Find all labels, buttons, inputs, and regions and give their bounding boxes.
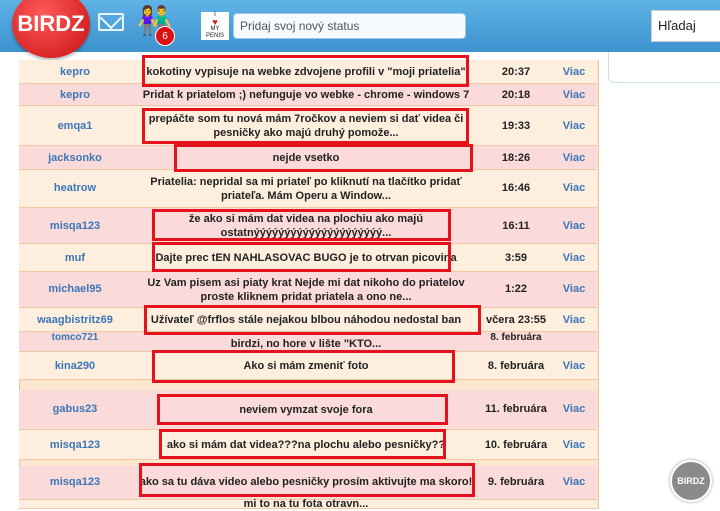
more-link[interactable]: Viac — [551, 252, 597, 264]
highlight-box — [152, 350, 455, 383]
my-penis-logo[interactable]: I ♥ MY PENIS — [201, 12, 229, 40]
more-link[interactable]: Viac — [551, 476, 597, 488]
timestamp: 11. februára — [485, 403, 547, 415]
user-link[interactable]: kina290 — [19, 360, 131, 372]
list-item: michael95 Uz Vam pisem asi piaty krat Ne… — [19, 272, 597, 308]
highlight-box — [174, 144, 473, 172]
timestamp: 9. februára — [487, 476, 545, 488]
friends-count-badge: 6 — [155, 26, 175, 46]
penis-logo-bottom: MY PENIS — [205, 26, 224, 39]
birdz-corner-badge[interactable]: BIRDZ — [670, 460, 712, 502]
timestamp: 8. februára — [490, 332, 542, 343]
highlight-box — [139, 463, 475, 497]
user-link[interactable]: kepro — [19, 89, 131, 101]
more-link[interactable]: Viac — [551, 283, 597, 295]
mail-icon[interactable] — [98, 13, 124, 31]
highlight-box — [152, 242, 451, 272]
more-link[interactable]: Viac — [551, 439, 597, 451]
more-link[interactable]: Viac — [551, 89, 597, 101]
timestamp: 3:59 — [504, 252, 528, 264]
status-input[interactable]: Pridaj svoj nový status — [233, 13, 466, 39]
right-panel — [608, 52, 720, 83]
more-link[interactable]: Viac — [551, 220, 597, 232]
timestamp: včera 23:55 — [486, 314, 546, 326]
message-text: Uz Vam pisem asi piaty krat Nejde mi dat… — [147, 277, 465, 303]
overlapping-list-item: tomco721 birdzi, no hore v lište "KTO...… — [19, 332, 597, 352]
overlapping-list-item: mi to na tu fota otravn... — [19, 498, 597, 510]
highlight-box — [157, 394, 448, 425]
heart-icon: ♥ — [212, 17, 218, 27]
more-link[interactable]: Viac — [551, 120, 597, 132]
more-link[interactable]: Viac — [551, 314, 597, 326]
more-link[interactable]: Viac — [551, 403, 597, 415]
more-link[interactable]: Viac — [551, 66, 597, 78]
user-link[interactable]: michael95 — [19, 283, 131, 295]
timestamp: 20:37 — [501, 66, 531, 78]
user-link[interactable]: misqa123 — [19, 439, 131, 451]
more-link[interactable]: Viac — [551, 152, 597, 164]
timestamp: 10. februára — [484, 439, 548, 451]
user-link[interactable]: tomco721 — [19, 332, 131, 343]
timestamp: 18:26 — [501, 152, 531, 164]
more-link[interactable]: Viac — [551, 360, 597, 372]
timestamp: 16:46 — [501, 182, 531, 194]
message-text: Pridat k priatelom ;) nefunguje vo webke… — [142, 89, 470, 101]
user-link[interactable]: emqa1 — [19, 120, 131, 132]
message-text: birdzi, no hore v lište "KTO... — [230, 338, 382, 350]
timestamp: 16:11 — [502, 220, 530, 232]
list-item: heatrow Priatelia: nepridal sa mi priate… — [19, 170, 597, 208]
message-text: Priatelia: nepridal sa mi priateľ po kli… — [150, 176, 462, 202]
highlight-box — [142, 108, 469, 144]
timestamp: 20:18 — [501, 89, 531, 101]
user-link[interactable]: jacksonko — [19, 152, 131, 164]
highlight-box — [144, 305, 481, 335]
search-input[interactable]: Hľadaj — [651, 10, 720, 42]
timestamp: 1:22 — [504, 283, 528, 295]
highlight-box — [159, 429, 446, 459]
user-link[interactable]: gabus23 — [19, 403, 131, 415]
user-link[interactable]: muf — [19, 252, 131, 264]
user-link[interactable]: kepro — [19, 66, 131, 78]
timestamp: 19:33 — [501, 120, 531, 132]
user-link[interactable]: heatrow — [19, 182, 131, 194]
list-item: kepro Pridat k priatelom ;) nefunguje vo… — [19, 84, 597, 106]
timestamp: 8. februára — [487, 360, 545, 372]
highlight-box — [142, 55, 469, 87]
user-link[interactable]: misqa123 — [19, 220, 131, 232]
highlight-box — [152, 209, 451, 241]
user-link[interactable]: waagbistritz69 — [19, 314, 131, 326]
user-link[interactable]: misqa123 — [19, 476, 131, 488]
more-link[interactable]: Viac — [551, 182, 597, 194]
